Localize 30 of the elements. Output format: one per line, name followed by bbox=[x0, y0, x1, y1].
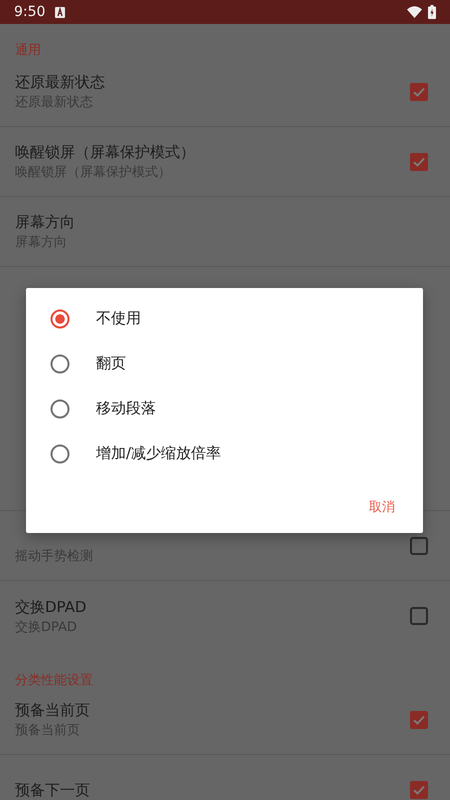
section-header: 分类性能设置 bbox=[15, 673, 93, 689]
setting-title: 唤醒锁屏（屏幕保护模式） bbox=[15, 142, 195, 162]
selected-radio[interactable] bbox=[50, 308, 70, 328]
checked-checkbox[interactable] bbox=[410, 780, 428, 798]
battery-icon bbox=[428, 5, 436, 19]
option-label: 翻页 bbox=[96, 354, 126, 373]
radio-button[interactable] bbox=[50, 354, 70, 374]
option-label: 不使用 bbox=[96, 309, 141, 328]
setting-title: 还原最新状态 bbox=[15, 72, 105, 92]
status-time: 9:50 bbox=[14, 4, 46, 20]
option-item[interactable]: 不使用 bbox=[26, 296, 423, 341]
wifi-icon bbox=[407, 6, 422, 18]
setting-title: 预备下一页 bbox=[15, 780, 90, 800]
option-item[interactable]: 移动段落 bbox=[26, 386, 423, 431]
setting-title: 预备当前页 bbox=[15, 700, 90, 720]
unchecked-checkbox[interactable] bbox=[410, 607, 428, 625]
checked-checkbox[interactable] bbox=[410, 152, 428, 170]
notification-icon bbox=[55, 6, 66, 18]
setting-title: 屏幕方向 bbox=[15, 212, 75, 232]
radio-button[interactable] bbox=[50, 398, 70, 418]
setting-title: 交换DPAD bbox=[15, 596, 86, 616]
checked-checkbox[interactable] bbox=[410, 710, 428, 728]
option-item[interactable]: 翻页 bbox=[26, 341, 423, 386]
section-header: 通用 bbox=[15, 43, 41, 59]
option-label: 增加/减少缩放倍率 bbox=[96, 444, 222, 463]
option-item[interactable]: 增加/减少缩放倍率 bbox=[26, 431, 423, 476]
radio-button[interactable] bbox=[50, 444, 70, 464]
unchecked-checkbox[interactable] bbox=[410, 536, 428, 554]
option-label: 移动段落 bbox=[96, 399, 156, 418]
checked-checkbox[interactable] bbox=[410, 82, 428, 100]
